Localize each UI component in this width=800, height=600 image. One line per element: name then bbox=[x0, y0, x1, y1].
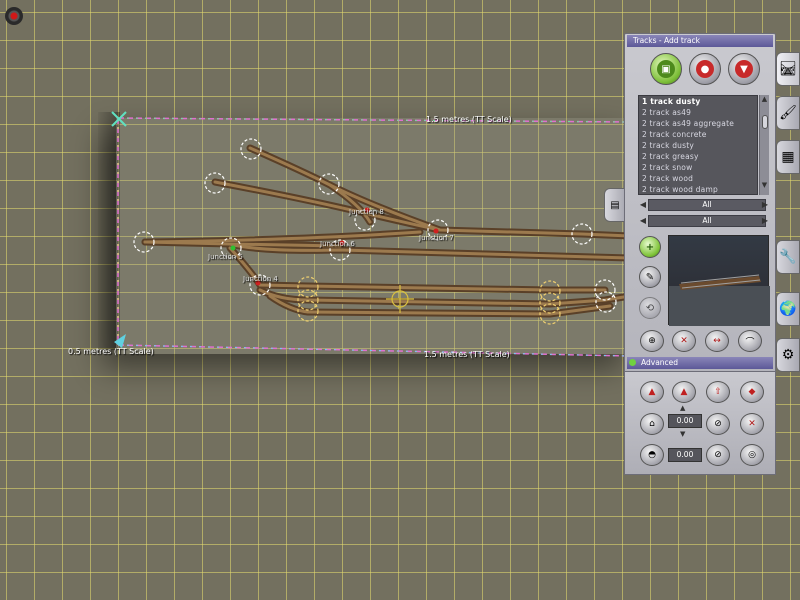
globe-icon: 🌍 bbox=[779, 301, 797, 317]
scroll-up-icon[interactable]: ▲ bbox=[760, 95, 769, 103]
scroll-down-icon[interactable]: ▼ bbox=[760, 181, 769, 189]
filter-1-select[interactable]: All bbox=[648, 199, 766, 211]
filter-2-prev-icon[interactable]: ◀ bbox=[638, 215, 648, 227]
tab-objects[interactable]: ▦ bbox=[776, 140, 800, 174]
track-network[interactable] bbox=[141, 144, 634, 318]
raise-all-button[interactable]: ⇧ bbox=[706, 381, 730, 403]
tab-track[interactable]: 🛤 bbox=[776, 52, 800, 86]
grade-value[interactable]: 0.00 bbox=[668, 448, 702, 462]
objects-icon: ▦ bbox=[781, 149, 795, 165]
height-value[interactable]: 0.00 bbox=[668, 414, 702, 428]
delete-spline-icon: ✕ bbox=[680, 336, 688, 346]
list-item[interactable]: 2 track dusty bbox=[639, 140, 757, 151]
junction-label[interactable]: Junction 5 bbox=[208, 253, 243, 261]
tab-track-tool[interactable]: ▤ bbox=[604, 188, 626, 222]
advanced-section-header[interactable]: Advanced bbox=[627, 357, 773, 369]
track-tab-icon: 🛤 bbox=[779, 61, 797, 77]
tab-tools[interactable]: 🔧 bbox=[776, 240, 800, 274]
lock-grade-button[interactable]: ⊘ bbox=[706, 444, 730, 466]
list-item[interactable]: 1 track dusty bbox=[639, 96, 757, 107]
split-track-icon: ⊕ bbox=[648, 336, 656, 346]
apply-grade-icon: ◎ bbox=[748, 450, 756, 460]
filter-1-next-icon[interactable]: ▶ bbox=[760, 199, 770, 211]
raise-spline-button[interactable]: ▲ bbox=[640, 381, 664, 403]
track-type-list[interactable]: 1 track dusty 2 track as49 2 track as49 … bbox=[638, 95, 758, 195]
filter-1-prev-icon[interactable]: ◀ bbox=[638, 199, 648, 211]
add-track-button[interactable]: ▣ bbox=[650, 53, 682, 85]
filter-2-next-icon[interactable]: ▶ bbox=[760, 215, 770, 227]
origin-marker-bottom bbox=[114, 334, 126, 348]
split-track-button[interactable]: ⊕ bbox=[640, 330, 664, 352]
height-up-icon[interactable]: ▲ bbox=[680, 404, 685, 412]
track-height-icon: ▼ bbox=[735, 60, 753, 78]
smooth-grade-button[interactable]: ◆ bbox=[740, 381, 764, 403]
track-spline-icon: ● bbox=[696, 60, 714, 78]
junction-label[interactable]: Junction 4 bbox=[243, 275, 278, 283]
height-mode-icon: ⌂ bbox=[649, 419, 655, 429]
lock-grade-icon: ⊘ bbox=[714, 450, 722, 460]
list-item[interactable]: 2 track wood damp bbox=[639, 184, 757, 195]
eyedropper-button[interactable]: ✎ bbox=[639, 266, 661, 288]
clear-height-button[interactable]: ✕ bbox=[740, 413, 764, 435]
list-item[interactable]: 2 track as49 bbox=[639, 107, 757, 118]
list-item[interactable]: 2 track greasy bbox=[639, 151, 757, 162]
board-bottom-dimension: 1.5 metres (TT Scale) bbox=[424, 350, 510, 359]
junction-label[interactable]: Junction 6 bbox=[320, 240, 355, 248]
filter-2-select[interactable]: All bbox=[648, 215, 766, 227]
smooth-grade-icon: ◆ bbox=[748, 387, 756, 397]
raise-all-icon: ⇧ bbox=[714, 387, 722, 397]
grade-mode-button[interactable]: ◓ bbox=[640, 444, 664, 466]
board-top-dimension: 1.5 metres (TT Scale) bbox=[426, 115, 512, 124]
gear-icon: ⚙ bbox=[781, 347, 795, 363]
height-mode-button[interactable]: ⌂ bbox=[640, 413, 664, 435]
lock-height-icon: ⊘ bbox=[714, 419, 722, 429]
raise-point-icon: ▲ bbox=[680, 387, 688, 397]
height-down-icon[interactable]: ▼ bbox=[680, 430, 685, 438]
list-item[interactable]: 2 track snow bbox=[639, 162, 757, 173]
junction-label[interactable]: Junction 8 bbox=[349, 208, 384, 216]
lock-height-button[interactable]: ⊘ bbox=[706, 413, 730, 435]
board-left-dimension: 0.5 metres (TT Scale) bbox=[68, 347, 154, 356]
tab-paint[interactable]: 🖌 bbox=[776, 96, 800, 130]
track-height-button[interactable]: ▼ bbox=[728, 53, 760, 85]
toggle-direction-icon: ↔ bbox=[713, 336, 721, 346]
clear-height-icon: ✕ bbox=[748, 419, 756, 429]
straighten-icon: ⟲ bbox=[645, 302, 655, 314]
scroll-thumb[interactable] bbox=[761, 115, 768, 129]
plus-icon: + bbox=[645, 241, 655, 253]
eyedropper-icon: ✎ bbox=[645, 271, 655, 283]
track-list-scrollbar[interactable]: ▲ ▼ bbox=[759, 95, 769, 195]
advanced-toggle-icon[interactable] bbox=[629, 359, 636, 366]
tab-settings[interactable]: ⚙ bbox=[776, 338, 800, 372]
straighten-button[interactable]: ⟲ bbox=[639, 297, 661, 319]
raise-point-button[interactable]: ▲ bbox=[672, 381, 696, 403]
junction-label[interactable]: Junction 7 bbox=[419, 234, 454, 242]
track-preview bbox=[668, 235, 770, 326]
toggle-direction-button[interactable]: ↔ bbox=[705, 330, 729, 352]
track-tool-icon: ▤ bbox=[610, 199, 620, 211]
list-item[interactable]: 2 track wood bbox=[639, 173, 757, 184]
wrench-icon: 🔧 bbox=[779, 249, 797, 265]
track-spline-button[interactable]: ● bbox=[689, 53, 721, 85]
bend-track-icon: ⌒ bbox=[745, 337, 755, 348]
tab-world[interactable]: 🌍 bbox=[776, 292, 800, 326]
grade-mode-icon: ◓ bbox=[648, 450, 656, 460]
apply-grade-button[interactable]: ◎ bbox=[740, 444, 764, 466]
list-item[interactable]: 2 track as49 aggregate bbox=[639, 118, 757, 129]
bend-track-button[interactable]: ⌒ bbox=[738, 330, 762, 352]
add-track-icon: ▣ bbox=[657, 60, 675, 78]
delete-spline-button[interactable]: ✕ bbox=[672, 330, 696, 352]
panel-title: Tracks - Add track bbox=[627, 35, 773, 47]
list-item[interactable]: 2 track concrete bbox=[639, 129, 757, 140]
track-preview-image bbox=[669, 274, 770, 326]
paint-icon: 🖌 bbox=[779, 105, 797, 121]
add-spline-button[interactable]: + bbox=[639, 236, 661, 258]
raise-spline-icon: ▲ bbox=[648, 387, 656, 397]
origin-marker-top bbox=[111, 111, 127, 127]
